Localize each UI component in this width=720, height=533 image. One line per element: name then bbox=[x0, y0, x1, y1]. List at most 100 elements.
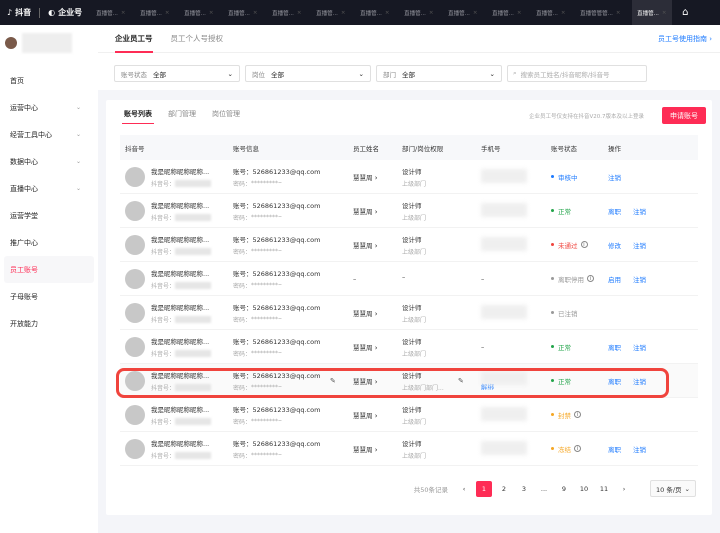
next-page-button[interactable]: › bbox=[616, 481, 632, 497]
employee-name-cell[interactable]: 慧慧周 › bbox=[353, 342, 402, 352]
sidebar-item[interactable]: 运营中心 ⌄ bbox=[0, 94, 94, 121]
eye-icon[interactable]: ⌣ bbox=[278, 247, 282, 255]
page-button[interactable]: 10 bbox=[576, 481, 592, 497]
position-select[interactable]: 岗位 全部 ⌄ bbox=[245, 65, 371, 82]
action-link[interactable]: 离职 bbox=[608, 378, 621, 386]
eye-icon[interactable]: ⌣ bbox=[278, 315, 282, 323]
eye-icon[interactable]: ⌣ bbox=[278, 179, 282, 187]
browser-tab[interactable]: 直播管... × bbox=[184, 0, 228, 25]
sidebar-item[interactable]: 推广中心 bbox=[0, 229, 94, 256]
close-icon[interactable]: × bbox=[121, 10, 126, 16]
guide-link[interactable]: 员工号使用指南 › bbox=[658, 34, 712, 44]
department: 上级部门部门... bbox=[402, 384, 444, 392]
sidebar-item[interactable]: 首页 bbox=[0, 67, 94, 94]
browser-tab[interactable]: 直播管... × bbox=[228, 0, 272, 25]
user-profile[interactable] bbox=[0, 25, 98, 61]
close-icon[interactable]: × bbox=[297, 10, 302, 16]
browser-tab[interactable]: 直播管... × bbox=[536, 0, 580, 25]
employee-name-cell[interactable]: 慧慧周 › bbox=[353, 376, 402, 386]
eye-icon[interactable]: ⌣ bbox=[278, 213, 282, 221]
close-icon[interactable]: × bbox=[616, 10, 621, 16]
page-button[interactable]: 3 bbox=[516, 481, 532, 497]
prev-page-button[interactable]: ‹ bbox=[456, 481, 472, 497]
tab-dept-management[interactable]: 部门管理 bbox=[168, 100, 196, 128]
browser-tab[interactable]: 直播管... × bbox=[360, 0, 404, 25]
search-input[interactable]: ⌕ 搜索员工姓名/抖音昵称/抖音号 bbox=[507, 65, 647, 82]
page-size-select[interactable]: 10 条/页 ⌄ bbox=[650, 480, 696, 497]
logo[interactable]: ♪ 抖音 ◐ 企业号 bbox=[0, 7, 82, 18]
employee-name-cell[interactable]: 慧慧周 › bbox=[353, 410, 402, 420]
close-icon[interactable]: × bbox=[517, 10, 522, 16]
page-button[interactable]: 9 bbox=[556, 481, 572, 497]
action-link[interactable]: 注销 bbox=[633, 378, 646, 386]
browser-tab[interactable]: 直播管... × bbox=[448, 0, 492, 25]
edit-icon[interactable]: ✎ bbox=[458, 377, 464, 385]
edit-icon[interactable]: ✎ bbox=[330, 377, 336, 385]
action-link[interactable]: 修改 bbox=[608, 242, 621, 250]
close-icon[interactable]: × bbox=[341, 10, 346, 16]
info-icon[interactable]: i bbox=[574, 445, 581, 452]
close-icon[interactable]: × bbox=[473, 10, 478, 16]
browser-tab[interactable]: 直播管... × bbox=[632, 0, 673, 25]
shop-icon[interactable]: ⌂ bbox=[682, 7, 688, 18]
sidebar-item[interactable]: 数据中心 ⌄ bbox=[0, 148, 94, 175]
browser-tab[interactable]: 直播管管管... × bbox=[580, 0, 632, 25]
eye-icon[interactable]: ⌣ bbox=[278, 383, 282, 391]
actions-cell: 修改 注销 bbox=[608, 240, 698, 250]
close-icon[interactable]: × bbox=[253, 10, 258, 16]
employee-name-cell[interactable]: 慧慧周 › bbox=[353, 308, 402, 318]
eye-icon[interactable]: ⌣ bbox=[278, 451, 282, 459]
status-text: 已注销 bbox=[558, 309, 578, 318]
sidebar-item[interactable]: 员工账号 bbox=[4, 256, 94, 283]
browser-tab[interactable]: 直播管... × bbox=[272, 0, 316, 25]
browser-tab[interactable]: 直播管... × bbox=[316, 0, 360, 25]
sidebar-item[interactable]: 开放能力 bbox=[0, 310, 94, 337]
eye-icon[interactable]: ⌣ bbox=[278, 349, 282, 357]
status-badge: 已注销 bbox=[551, 308, 608, 318]
tab-enterprise-employee[interactable]: 企业员工号 bbox=[115, 25, 153, 53]
dept-select[interactable]: 部门 全部 ⌄ bbox=[376, 65, 502, 82]
action-link[interactable]: 启用 bbox=[608, 276, 621, 284]
page-button[interactable]: 2 bbox=[496, 481, 512, 497]
action-link[interactable]: 注销 bbox=[633, 208, 646, 216]
close-icon[interactable]: × bbox=[385, 10, 390, 16]
employee-name-cell[interactable]: 慧慧周 › bbox=[353, 444, 402, 454]
action-link[interactable]: 离职 bbox=[608, 208, 621, 216]
apply-account-button[interactable]: 申请账号 bbox=[662, 107, 706, 124]
tab-account-list[interactable]: 账号列表 bbox=[122, 100, 154, 128]
eye-icon[interactable]: ⌣ bbox=[278, 417, 282, 425]
browser-tab-label: 直播管... bbox=[316, 10, 338, 17]
sidebar-item[interactable]: 直播中心 ⌄ bbox=[0, 175, 94, 202]
action-link[interactable]: 注销 bbox=[633, 446, 646, 454]
close-icon[interactable]: × bbox=[165, 10, 170, 16]
close-icon[interactable]: × bbox=[662, 10, 667, 16]
sidebar-item[interactable]: 子母账号 bbox=[0, 283, 94, 310]
action-link[interactable]: 离职 bbox=[608, 344, 621, 352]
page-button[interactable]: 11 bbox=[596, 481, 612, 497]
status-select[interactable]: 账号状态 全部 ⌄ bbox=[114, 65, 240, 82]
page-button[interactable]: 1 bbox=[476, 480, 492, 497]
info-icon[interactable]: i bbox=[580, 241, 588, 248]
close-icon[interactable]: × bbox=[209, 10, 214, 16]
action-link[interactable]: 注销 bbox=[633, 276, 646, 284]
tab-position-management[interactable]: 岗位管理 bbox=[212, 100, 240, 128]
action-link[interactable]: 注销 bbox=[633, 242, 646, 250]
action-link[interactable]: 注销 bbox=[608, 174, 621, 182]
sidebar-item[interactable]: 运营学堂 bbox=[0, 202, 94, 229]
employee-name-cell[interactable]: 慧慧周 › bbox=[353, 240, 402, 250]
browser-tab[interactable]: 直播管... × bbox=[492, 0, 536, 25]
tab-personal-authorization[interactable]: 员工个人号授权 bbox=[171, 25, 224, 53]
action-link[interactable]: 注销 bbox=[633, 344, 646, 352]
browser-tab[interactable]: 直播管... × bbox=[404, 0, 448, 25]
sidebar-item[interactable]: 经营工具中心 ⌄ bbox=[0, 121, 94, 148]
eye-icon[interactable]: ⌣ bbox=[278, 281, 282, 289]
browser-tab[interactable]: 直播管... × bbox=[140, 0, 184, 25]
close-icon[interactable]: × bbox=[429, 10, 434, 16]
close-icon[interactable]: × bbox=[561, 10, 566, 16]
action-link[interactable]: 离职 bbox=[608, 446, 621, 454]
employee-name-cell[interactable]: 慧慧周 › bbox=[353, 172, 402, 182]
browser-tab[interactable]: 直播管... × bbox=[96, 0, 140, 25]
employee-name-cell[interactable]: 慧慧周 › bbox=[353, 206, 402, 216]
info-icon[interactable]: i bbox=[587, 275, 594, 282]
info-icon[interactable]: i bbox=[574, 411, 581, 418]
